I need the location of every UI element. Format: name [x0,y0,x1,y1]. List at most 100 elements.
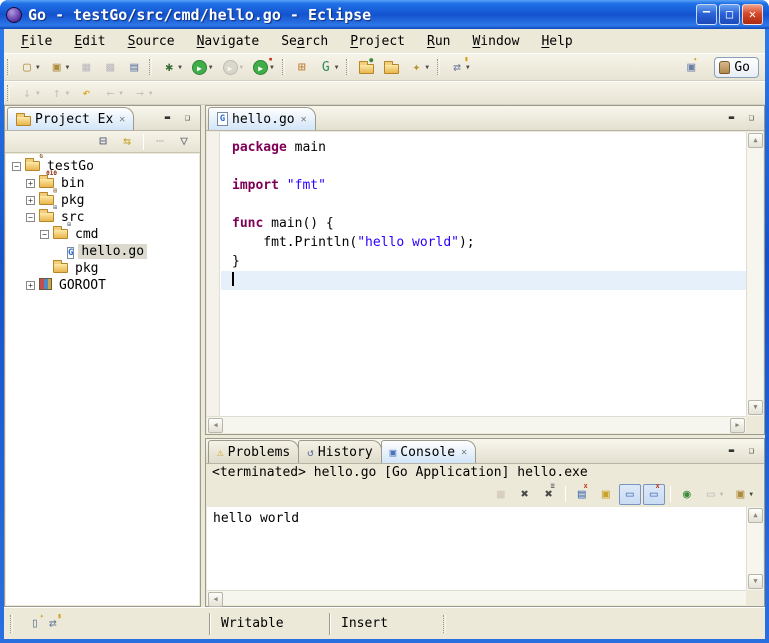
maximize-view-icon[interactable]: ❑ [743,444,760,459]
new-go-element-dropdown-icon[interactable]: ▼ [335,64,339,71]
tree-item-bin[interactable]: +010bin [6,175,199,192]
print-icon[interactable]: ▤ [123,57,145,78]
menu-project[interactable]: Project [339,32,416,51]
menu-file[interactable]: File [10,32,63,51]
tab-hello-go[interactable]: G hello.go ✕ [208,107,316,130]
view-menu-icon[interactable]: ▽ [173,131,195,152]
tab-project-explorer[interactable]: Project Ex ✕ [7,107,134,130]
tab-problems[interactable]: ⚠Problems [208,440,299,463]
menu-window[interactable]: Window [461,32,530,51]
menu-edit[interactable]: Edit [63,32,116,51]
remove-launch-icon[interactable]: ✖ [514,484,536,505]
collapse-icon[interactable]: − [12,162,21,171]
minimize-button[interactable]: — [696,4,717,25]
tab-console[interactable]: ▣Console✕ [381,440,476,463]
open-go-type-icon[interactable]: ● [355,58,378,77]
editor-vertical-scrollbar[interactable]: ▲ ▼ [746,132,763,416]
editor-horizontal-scrollbar[interactable]: ◀ ▶ [207,416,746,433]
trim-widget-icon[interactable]: ⇄▮ [49,616,57,631]
collapse-icon[interactable]: − [40,230,49,239]
new-go-file-dropdown-icon[interactable]: ▼ [66,64,70,71]
last-edit-location-icon[interactable]: ↶ [75,83,97,104]
expand-icon[interactable]: + [26,196,35,205]
expand-icon[interactable]: + [26,281,35,290]
tree-item-hello-go[interactable]: Ghello.go [6,243,199,260]
scroll-right-icon[interactable]: ▶ [730,418,745,433]
console-vertical-scrollbar[interactable]: ▲ ▼ [746,507,763,590]
perspective-go-button[interactable]: Go [714,57,759,78]
remove-all-launches-icon[interactable]: ✖≡ [538,484,560,505]
maximize-editor-icon[interactable]: ❑ [743,111,760,126]
close-view-icon[interactable]: ✕ [459,447,467,458]
fast-view-icon[interactable]: ▯✦ [31,616,39,631]
clear-console-icon[interactable]: ▤x [571,484,593,505]
tree-item-src[interactable]: −⊞src [6,209,199,226]
menu-run[interactable]: Run [416,32,461,51]
minimize-view-icon[interactable]: ▬ [159,111,176,126]
minimize-editor-icon[interactable]: ▬ [723,111,740,126]
open-resource-icon[interactable] [380,58,403,77]
tree-item-testgo[interactable]: −GtestGo [6,158,199,175]
menu-source[interactable]: Source [117,32,186,51]
new-go-file-icon[interactable]: ▣▼ [46,57,74,78]
close-view-icon[interactable]: ✕ [117,114,125,125]
project-tree[interactable]: −GtestGo+010bin+▤pkg−⊞src−⊞cmdGhello.gop… [6,154,199,605]
tree-item-pkg[interactable]: +▤pkg [6,192,199,209]
open-perspective-button[interactable]: ▣✦ [675,54,707,81]
prev-annotation-dropdown-icon: ▼ [66,90,70,97]
scroll-left-icon[interactable]: ◀ [208,418,223,433]
maximize-button[interactable]: □ [719,4,740,25]
run-icon[interactable]: ▶▼ [188,57,217,78]
close-button[interactable]: ✕ [742,4,763,25]
editor-panel: G hello.go ✕ ▬ ❑ package main import "fm… [205,105,765,435]
search-icon[interactable]: ✦▼ [405,57,433,78]
menu-bar: FileEditSourceNavigateSearchProjectRunWi… [4,29,765,53]
misc-tool-icon[interactable]: ⇄▮▼ [446,57,474,78]
new-wizard-dropdown-icon[interactable]: ▼ [36,64,40,71]
misc-tool-dropdown-icon[interactable]: ▼ [466,64,470,71]
debug-dropdown-icon[interactable]: ▼ [178,64,182,71]
maximize-view-icon[interactable]: ❑ [179,111,196,126]
new-project-icon[interactable]: ⊞ [291,57,313,78]
title-bar[interactable]: Go - testGo/src/cmd/hello.go - Eclipse —… [0,0,769,29]
code-line: func main() { [221,214,746,233]
link-editor-icon[interactable]: ⇆ [116,131,138,152]
expand-icon[interactable]: + [26,179,35,188]
pin-console-icon[interactable]: ◉ [676,484,698,505]
open-console-icon[interactable]: ▣▼ [729,484,757,505]
scroll-left-icon[interactable]: ◀ [208,592,223,607]
scroll-lock-icon[interactable]: ▣ [595,484,617,505]
menu-search[interactable]: Search [270,32,339,51]
tree-item-cmd[interactable]: −⊞cmd [6,226,199,243]
new-wizard-icon[interactable]: ▢▼ [16,57,44,78]
show-stderr-icon[interactable]: ▭x [643,484,665,505]
console-horizontal-scrollbar[interactable]: ◀ [207,590,746,605]
search-dropdown-icon[interactable]: ▼ [425,64,429,71]
close-editor-icon[interactable]: ✕ [299,114,307,125]
external-tools-icon[interactable]: ▶▪▼ [249,57,278,78]
external-tools-dropdown-icon[interactable]: ▼ [270,64,274,71]
console-output[interactable]: hello world [207,507,746,590]
code-area[interactable]: package main import "fmt" func main() { … [221,132,746,416]
menu-help[interactable]: Help [530,32,583,51]
workbench-area: Project Ex ✕ ▬ ❑ ⊟⇆⋯▽ −GtestGo+010bin+▤p… [4,105,765,607]
tree-item-goroot[interactable]: +GOROOT [6,277,199,294]
open-perspective-icon[interactable]: ▣✦ [680,57,702,78]
tab-history[interactable]: ↺History [298,440,381,463]
editor-content: package main import "fmt" func main() { … [207,132,763,433]
run-dropdown-icon[interactable]: ▼ [209,64,213,71]
scroll-down-icon[interactable]: ▼ [748,574,763,589]
collapse-icon[interactable]: − [26,213,35,222]
tree-item-pkg[interactable]: pkg [6,260,199,277]
debug-icon[interactable]: ✱▼ [158,57,186,78]
show-stdout-icon[interactable]: ▭ [619,484,641,505]
scroll-down-icon[interactable]: ▼ [748,400,763,415]
menu-navigate[interactable]: Navigate [186,32,271,51]
open-console-dropdown-icon[interactable]: ▼ [749,491,753,498]
scroll-up-icon[interactable]: ▲ [748,133,763,148]
scroll-up-icon[interactable]: ▲ [748,508,763,523]
new-go-element-icon[interactable]: G▼ [315,57,343,78]
minimize-view-icon[interactable]: ▬ [723,444,740,459]
tree-item-label: hello.go [78,244,147,259]
collapse-all-icon[interactable]: ⊟ [92,131,114,152]
